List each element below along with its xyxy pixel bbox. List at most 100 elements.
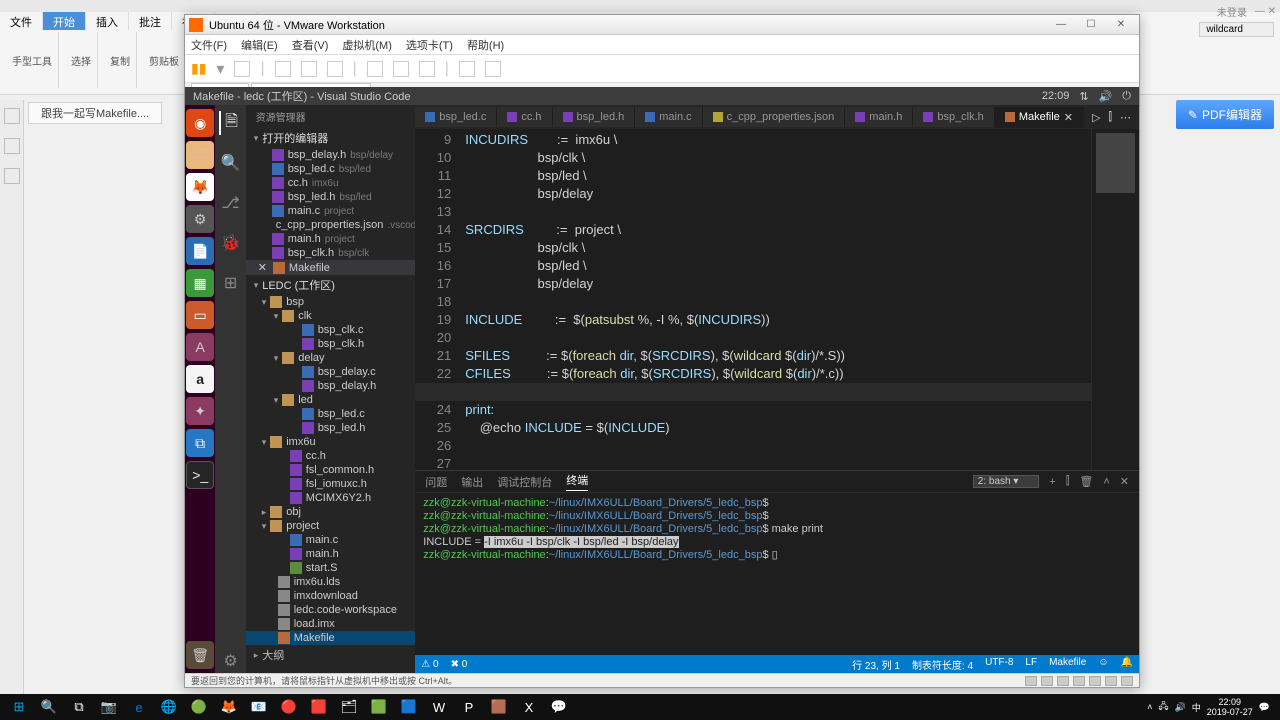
- split-icon[interactable]: ⫿: [1108, 111, 1112, 124]
- editor-tab[interactable]: c_cpp_properties.json: [703, 107, 846, 127]
- vmware-titlebar[interactable]: Ubuntu 64 位 - VMware Workstation — ☐ ✕: [185, 15, 1139, 35]
- editor-tab[interactable]: main.c: [635, 107, 702, 127]
- editor-tab[interactable]: Makefile ✕: [995, 107, 1084, 128]
- menu-item[interactable]: 虚拟机(M): [342, 37, 392, 53]
- open-editor-item[interactable]: bsp_clk.h bsp/clk: [246, 246, 416, 260]
- editor-actions[interactable]: ▷ ⫿ ⋯: [1084, 111, 1139, 124]
- toolbar-item[interactable]: [393, 61, 409, 77]
- code-editor[interactable]: 9101112131415161718192021222324252627 IN…: [415, 129, 1139, 470]
- tool-icon[interactable]: [4, 108, 20, 124]
- wps-file-tabs[interactable]: 跟我一起写Makefile....: [28, 102, 162, 124]
- editor-tabs[interactable]: bsp_led.ccc.hbsp_led.hmain.cc_cpp_proper…: [415, 105, 1139, 129]
- power-icon[interactable]: ⏻: [1122, 90, 1131, 103]
- status-item[interactable]: UTF-8: [985, 657, 1013, 672]
- windows-taskbar[interactable]: ⊞ 🔍 ⧉ 📷 e 🌐 🟢 🦊 📧 🔴 🟥 🗂 🟩 🟦 W P 🟫 X 💬 ˄ …: [0, 694, 1280, 720]
- app-icon[interactable]: 🟢: [184, 695, 214, 719]
- edge-icon[interactable]: e: [124, 695, 154, 719]
- open-editor-item[interactable]: cc.h imx6u: [246, 176, 416, 190]
- tree-file[interactable]: bsp_led.h: [246, 421, 416, 435]
- open-editors-section[interactable]: ▾打开的编辑器: [246, 128, 416, 148]
- dash-icon[interactable]: ◉: [186, 109, 214, 137]
- tree-folder[interactable]: ▾imx6u: [246, 435, 416, 449]
- editor-tab[interactable]: cc.h: [497, 107, 552, 127]
- close-icon[interactable]: ✕: [1120, 475, 1129, 488]
- terminal-icon[interactable]: >_: [186, 461, 214, 489]
- calc-icon[interactable]: ▦: [186, 269, 214, 297]
- maximize-icon[interactable]: ˄: [1103, 476, 1109, 488]
- status-errors[interactable]: ⚠ 0: [421, 659, 438, 670]
- vmware-toolbar[interactable]: ▮▮▾ | | |: [185, 55, 1139, 83]
- app-icon[interactable]: W: [424, 695, 454, 719]
- app-icon[interactable]: P: [454, 695, 484, 719]
- vscode-launcher-icon[interactable]: ⧉: [186, 429, 214, 457]
- tree-file[interactable]: MCIMX6Y2.h: [246, 491, 416, 505]
- taskview-icon[interactable]: ⧉: [64, 695, 94, 719]
- search-icon[interactable]: 🔍: [219, 151, 243, 175]
- terminal-tab[interactable]: 问题: [425, 474, 447, 490]
- tree-folder[interactable]: ▾delay: [246, 351, 416, 365]
- menu-item[interactable]: 帮助(H): [467, 37, 504, 53]
- ubuntu-launcher[interactable]: ◉ 🗀 🦊 ⚙ 📄 ▦ ▭ A a ✦ ⧉ >_ 🗑: [185, 105, 215, 673]
- tree-file[interactable]: imx6u.lds: [246, 575, 416, 589]
- app-icon[interactable]: 📧: [244, 695, 274, 719]
- search-icon[interactable]: 🔍: [34, 695, 64, 719]
- toolbar-item[interactable]: [459, 61, 475, 77]
- shell-select[interactable]: 2: bash ▾: [973, 475, 1040, 488]
- terminal-tab[interactable]: 输出: [461, 474, 483, 490]
- volume-icon[interactable]: 🔊: [1099, 90, 1113, 103]
- outline-section[interactable]: ▸大纲: [246, 645, 416, 665]
- open-editor-item[interactable]: bsp_led.h bsp/led: [246, 190, 416, 204]
- terminal-panel[interactable]: 问题输出调试控制台终端2: bash ▾+⫿🗑˄✕ zzk@zzk-virtua…: [415, 470, 1139, 655]
- terminal-tabs[interactable]: 问题输出调试控制台终端2: bash ▾+⫿🗑˄✕: [415, 471, 1139, 493]
- tree-file[interactable]: bsp_clk.c: [246, 323, 416, 337]
- pause-icon[interactable]: ▮▮: [191, 60, 206, 77]
- app-icon[interactable]: 🔴: [274, 695, 304, 719]
- close-button[interactable]: ✕: [1107, 17, 1135, 33]
- terminal-tab[interactable]: 调试控制台: [497, 474, 552, 490]
- app-icon[interactable]: 🌐: [154, 695, 184, 719]
- tree-file[interactable]: imxdownload: [246, 589, 416, 603]
- status-item[interactable]: 制表符长度: 4: [912, 657, 973, 672]
- status-item[interactable]: 行 23, 列 1: [852, 657, 900, 672]
- app-icon[interactable]: 🟦: [394, 695, 424, 719]
- wps-tab[interactable]: 开始: [43, 12, 86, 30]
- tree-file[interactable]: bsp_clk.h: [246, 337, 416, 351]
- trash-icon[interactable]: 🗑: [186, 641, 214, 669]
- open-editor-item[interactable]: main.h project: [246, 232, 416, 246]
- app-icon[interactable]: 📷: [94, 695, 124, 719]
- open-editor-item[interactable]: c_cpp_properties.json .vscode: [246, 218, 416, 232]
- status-item[interactable]: ☺: [1098, 657, 1108, 672]
- status-item[interactable]: 🔔: [1121, 657, 1133, 672]
- tree-folder[interactable]: ▾project: [246, 519, 416, 533]
- app-icon[interactable]: 🟥: [304, 695, 334, 719]
- vscode-activitybar[interactable]: 🗎 🔍 ⎇ 🐞 ⊞ ⚙: [215, 105, 245, 673]
- explorer-icon[interactable]: 🗎: [219, 111, 243, 135]
- tree-file[interactable]: start.S: [246, 561, 416, 575]
- menu-item[interactable]: 编辑(E): [241, 37, 278, 53]
- tree-folder[interactable]: ▾bsp: [246, 295, 416, 309]
- open-editor-item[interactable]: bsp_delay.h bsp/delay: [246, 148, 416, 162]
- tool-icon[interactable]: [4, 168, 20, 184]
- debug-icon[interactable]: 🐞: [219, 231, 243, 255]
- app-icon[interactable]: 🟫: [484, 695, 514, 719]
- impress-icon[interactable]: ▭: [186, 301, 214, 329]
- start-button[interactable]: ⊞: [4, 695, 34, 719]
- pdf-editor-button[interactable]: ✎PDF编辑器: [1176, 100, 1274, 129]
- tray-icon[interactable]: ˄: [1147, 702, 1152, 712]
- wps-group[interactable]: 选择: [65, 32, 98, 88]
- wps-account[interactable]: 未登录 — ✕: [1217, 4, 1276, 19]
- network-icon[interactable]: ⇅: [1079, 90, 1088, 103]
- wps-tab[interactable]: 批注: [129, 12, 172, 30]
- status-warnings[interactable]: ✖ 0: [451, 659, 468, 670]
- software-icon[interactable]: A: [186, 333, 214, 361]
- run-icon[interactable]: ▷: [1092, 111, 1100, 124]
- toolbar-item[interactable]: [275, 61, 291, 77]
- more-icon[interactable]: ⋯: [1120, 111, 1131, 124]
- tray-icon[interactable]: 中: [1192, 701, 1201, 714]
- tree-file[interactable]: ledc.code-workspace: [246, 603, 416, 617]
- toolbar-item[interactable]: [419, 61, 435, 77]
- toolbar-item[interactable]: [327, 61, 343, 77]
- tree-file[interactable]: load.imx: [246, 617, 416, 631]
- writer-icon[interactable]: 📄: [186, 237, 214, 265]
- tree-file[interactable]: fsl_iomuxc.h: [246, 477, 416, 491]
